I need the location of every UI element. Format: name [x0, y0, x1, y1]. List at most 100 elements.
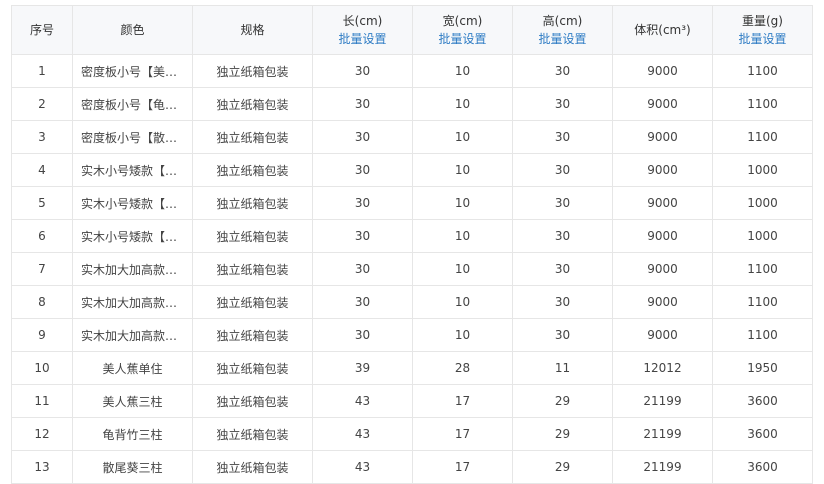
cell-spec: 独立纸箱包装	[192, 285, 313, 319]
cell-width: 10	[412, 54, 513, 88]
cell-weight-value: 3600	[747, 460, 778, 474]
cell-color: 密度板小号【龟背竹】	[72, 87, 193, 121]
cell-color-value: 实木小号矮款【散尾葵】	[81, 229, 184, 244]
header-weight: 重量(g) 批量设置	[712, 5, 813, 55]
cell-color: 实木加大加高款【美人蕉】	[72, 252, 193, 286]
cell-spec: 独立纸箱包装	[192, 120, 313, 154]
cell-height: 29	[512, 384, 613, 418]
header-weight-label: 重量(g)	[742, 14, 783, 28]
cell-spec: 独立纸箱包装	[192, 219, 313, 253]
cell-color: 实木加大加高款【龟背竹】	[72, 285, 193, 319]
cell-index-value: 3	[38, 130, 46, 144]
header-width-label: 宽(cm)	[442, 14, 483, 28]
cell-length: 30	[312, 87, 413, 121]
table-row: 9 实木加大加高款【散尾葵】 独立纸箱包装 30 10 30 9000 1100	[11, 318, 813, 352]
cell-length-value: 30	[354, 262, 371, 276]
cell-volume: 9000	[612, 120, 713, 154]
batch-set-length-link[interactable]: 批量设置	[321, 30, 404, 48]
cell-spec-value: 独立纸箱包装	[216, 394, 289, 409]
cell-width-value: 10	[454, 262, 471, 276]
cell-width: 17	[412, 450, 513, 484]
cell-volume-value: 21199	[643, 460, 682, 474]
cell-volume-value: 9000	[647, 262, 678, 276]
cell-width: 10	[412, 87, 513, 121]
cell-width-value: 17	[454, 394, 471, 408]
cell-index-value: 5	[38, 196, 46, 210]
cell-color-value: 密度板小号【龟背竹】	[81, 97, 184, 112]
cell-volume-value: 9000	[647, 163, 678, 177]
cell-spec: 独立纸箱包装	[192, 450, 313, 484]
cell-weight-value: 1100	[747, 295, 778, 309]
cell-width-value: 10	[454, 97, 471, 111]
cell-spec-value: 独立纸箱包装	[216, 427, 289, 442]
cell-color: 美人蕉三柱	[72, 384, 193, 418]
cell-color-value: 美人蕉单住	[102, 361, 163, 376]
batch-set-height-link[interactable]: 批量设置	[521, 30, 604, 48]
cell-height: 30	[512, 87, 613, 121]
cell-width: 10	[412, 285, 513, 319]
cell-color-value: 实木小号矮款【美人蕉】	[81, 163, 184, 178]
cell-spec: 独立纸箱包装	[192, 153, 313, 187]
cell-spec-value: 独立纸箱包装	[216, 97, 289, 112]
cell-color: 实木小号矮款【散尾葵】	[72, 219, 193, 253]
cell-volume-value: 9000	[647, 229, 678, 243]
header-spec-label: 规格	[240, 23, 265, 37]
cell-height: 29	[512, 450, 613, 484]
header-spec: 规格	[192, 5, 313, 55]
cell-color-value: 龟背竹三柱	[102, 427, 163, 442]
cell-width: 10	[412, 318, 513, 352]
cell-volume-value: 21199	[643, 394, 682, 408]
cell-spec-value: 独立纸箱包装	[216, 229, 289, 244]
table-row: 11 美人蕉三柱 独立纸箱包装 43 17 29 21199 3600	[11, 384, 813, 418]
header-length: 长(cm) 批量设置	[312, 5, 413, 55]
cell-length-value: 30	[354, 130, 371, 144]
header-row: 序号 颜色 规格 长(cm) 批量设置 宽(cm) 批量设置 高(cm) 批量设…	[11, 5, 813, 55]
cell-weight: 1000	[712, 186, 813, 220]
cell-height-value: 30	[554, 163, 571, 177]
cell-weight-value: 1100	[747, 130, 778, 144]
cell-width: 10	[412, 120, 513, 154]
cell-width-value: 10	[454, 328, 471, 342]
cell-color: 实木小号矮款【龟背竹】	[72, 186, 193, 220]
cell-weight-value: 1000	[747, 163, 778, 177]
cell-width-value: 17	[454, 460, 471, 474]
cell-height: 30	[512, 285, 613, 319]
table-row: 8 实木加大加高款【龟背竹】 独立纸箱包装 30 10 30 9000 1100	[11, 285, 813, 319]
cell-spec-value: 独立纸箱包装	[216, 328, 289, 343]
cell-volume: 9000	[612, 186, 713, 220]
cell-spec: 独立纸箱包装	[192, 351, 313, 385]
cell-color-value: 实木小号矮款【龟背竹】	[81, 196, 184, 211]
table-row: 5 实木小号矮款【龟背竹】 独立纸箱包装 30 10 30 9000 1000	[11, 186, 813, 220]
batch-set-width-link[interactable]: 批量设置	[421, 30, 504, 48]
cell-weight: 3600	[712, 417, 813, 451]
cell-width-value: 10	[454, 64, 471, 78]
cell-length: 43	[312, 450, 413, 484]
cell-spec: 独立纸箱包装	[192, 252, 313, 286]
cell-weight-value: 1100	[747, 262, 778, 276]
sku-size-table: 序号 颜色 规格 长(cm) 批量设置 宽(cm) 批量设置 高(cm) 批量设…	[11, 5, 813, 484]
cell-index: 10	[11, 351, 73, 385]
cell-height: 30	[512, 219, 613, 253]
sku-size-table-container: 序号 颜色 规格 长(cm) 批量设置 宽(cm) 批量设置 高(cm) 批量设…	[11, 5, 813, 484]
cell-height: 30	[512, 252, 613, 286]
cell-width: 28	[412, 351, 513, 385]
cell-width-value: 28	[454, 361, 471, 375]
cell-width-value: 10	[454, 130, 471, 144]
cell-length: 30	[312, 219, 413, 253]
header-height: 高(cm) 批量设置	[512, 5, 613, 55]
batch-set-weight-link[interactable]: 批量设置	[721, 30, 804, 48]
cell-color-value: 美人蕉三柱	[102, 394, 163, 409]
cell-length-value: 30	[354, 328, 371, 342]
cell-spec-value: 独立纸箱包装	[216, 262, 289, 277]
cell-length-value: 30	[354, 64, 371, 78]
cell-width: 10	[412, 153, 513, 187]
cell-index-value: 8	[38, 295, 46, 309]
cell-volume: 21199	[612, 417, 713, 451]
cell-index: 9	[11, 318, 73, 352]
cell-color: 实木加大加高款【散尾葵】	[72, 318, 193, 352]
cell-spec-value: 独立纸箱包装	[216, 295, 289, 310]
cell-spec-value: 独立纸箱包装	[216, 460, 289, 475]
cell-color-value: 实木加大加高款【散尾葵】	[81, 328, 184, 343]
cell-weight-value: 1950	[747, 361, 778, 375]
cell-height-value: 29	[554, 427, 571, 441]
